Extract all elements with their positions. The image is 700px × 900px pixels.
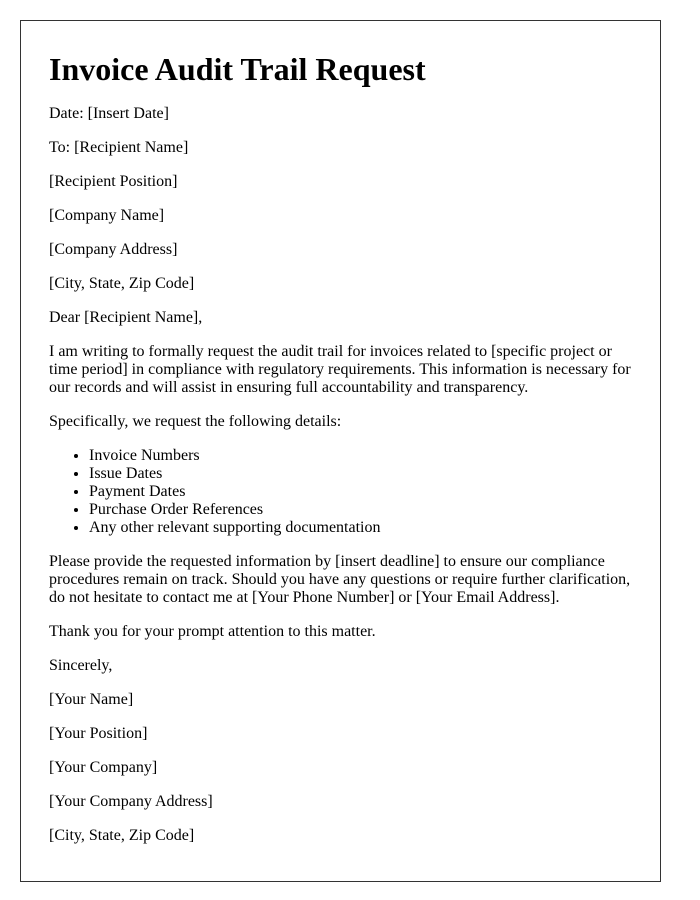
company-name-line: [Company Name] [49,207,165,224]
body-paragraph-deadline: Please provide the requested information… [49,553,631,606]
document-title: Invoice Audit Trail Request [49,51,426,87]
city-state-zip-line: [City, State, Zip Code] [49,275,195,292]
closing: Sincerely, [49,657,113,674]
list-item: Invoice Numbers [89,447,632,465]
signature-company: [Your Company] [49,759,158,776]
recipient-name-line: To: [Recipient Name] [49,139,189,156]
signature-name: [Your Name] [49,691,134,708]
list-item: Any other relevant supporting documentat… [89,519,632,537]
requested-details-list: Invoice Numbers Issue Dates Payment Date… [49,447,632,537]
signature-city-state-zip: [City, State, Zip Code] [49,827,195,844]
signature-company-address: [Your Company Address] [49,793,213,810]
date-line: Date: [Insert Date] [49,105,169,122]
body-paragraph-thanks: Thank you for your prompt attention to t… [49,623,376,640]
list-item: Issue Dates [89,465,632,483]
recipient-position-line: [Recipient Position] [49,173,178,190]
list-item: Payment Dates [89,483,632,501]
company-address-line: [Company Address] [49,241,178,258]
salutation: Dear [Recipient Name], [49,309,203,326]
body-paragraph-request: I am writing to formally request the aud… [49,343,631,396]
letter-page: Invoice Audit Trail Request Date: [Inser… [20,20,661,882]
body-paragraph-details-intro: Specifically, we request the following d… [49,413,342,430]
list-item: Purchase Order References [89,501,632,519]
signature-position: [Your Position] [49,725,148,742]
